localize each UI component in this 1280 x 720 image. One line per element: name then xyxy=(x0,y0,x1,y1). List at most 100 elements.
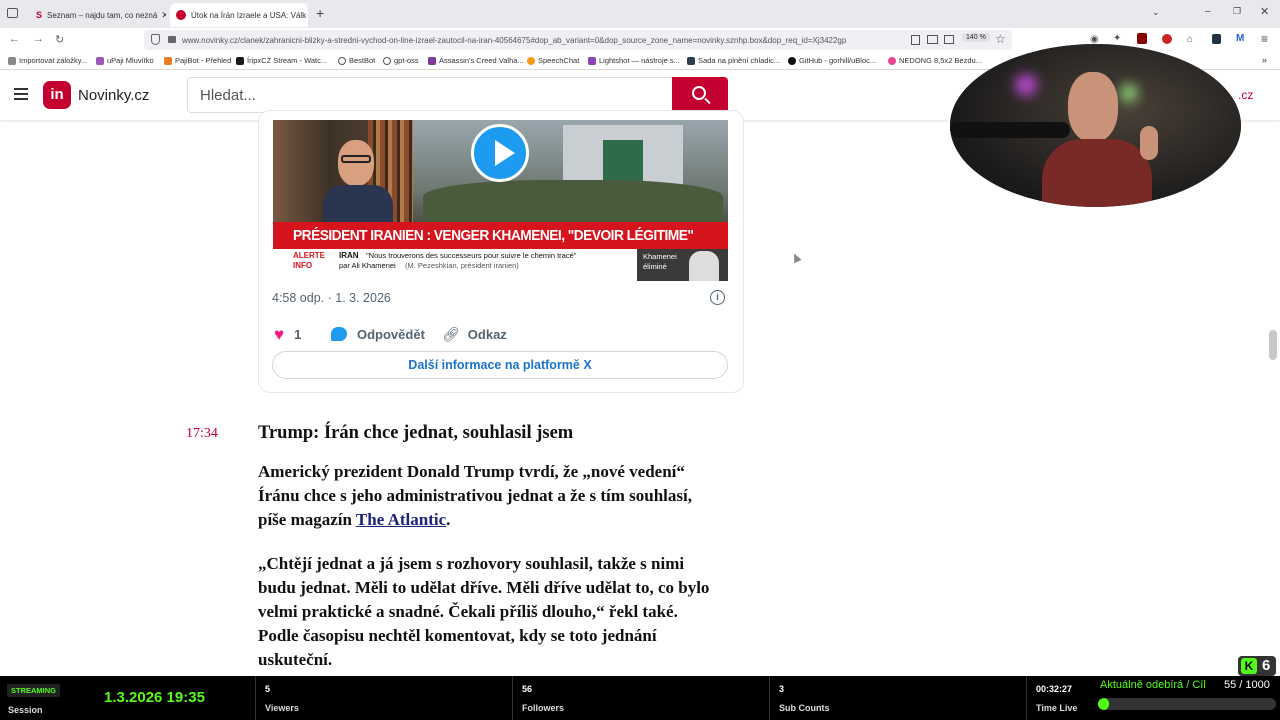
ticker-strip: ALERTE INFO IRAN "Nous trouverons des su… xyxy=(273,249,637,281)
back-button[interactable]: ← xyxy=(9,33,20,45)
globe-icon xyxy=(338,56,346,65)
play-button[interactable] xyxy=(471,124,529,182)
bookmark-item[interactable]: ÍripxCZ Stream - Watc... xyxy=(236,56,327,65)
streamer-hand xyxy=(1140,126,1158,160)
close-window-button[interactable]: ✕ xyxy=(1260,5,1269,18)
forward-button[interactable]: → xyxy=(33,33,44,45)
ticker-quote: "Nous trouverons des successeurs pour su… xyxy=(366,251,577,260)
tab-list-icon[interactable] xyxy=(7,8,18,18)
sub-goal-progress-track xyxy=(1098,698,1276,710)
kick-logo-icon: K xyxy=(1241,658,1257,674)
room-light xyxy=(1015,74,1037,96)
menu-icon[interactable]: ≡ xyxy=(1261,32,1268,46)
reply-label: Odpovědět xyxy=(357,326,425,342)
zoom-level[interactable]: 140 % xyxy=(962,33,990,42)
tab-novinky[interactable]: Útok na Írán Izraele a USA: Válk ✕ xyxy=(170,3,308,27)
sub-goal-value: 55 / 1000 xyxy=(1224,679,1270,691)
search-input[interactable] xyxy=(187,77,672,113)
seznam-favicon-icon: S xyxy=(36,10,43,20)
extension-blue-icon[interactable] xyxy=(1212,34,1221,44)
close-tab-icon[interactable]: ✕ xyxy=(157,10,166,21)
more-on-x-button[interactable]: Další informace na platformě X xyxy=(272,351,728,379)
reply-bubble-icon xyxy=(331,327,347,341)
bookmark-item[interactable]: gpt-oss xyxy=(383,56,419,65)
new-tab-button[interactable]: + xyxy=(316,5,324,21)
download-page-icon[interactable] xyxy=(944,35,954,44)
entry-time: 17:34 xyxy=(186,426,218,441)
bookmark-item[interactable]: GitHub - gorhill/uBloc... xyxy=(788,56,876,65)
bookmark-item[interactable]: Sada na plnění chladic... xyxy=(687,56,780,65)
close-tab-icon[interactable]: ✕ xyxy=(306,10,308,21)
entry-paragraph-1: Americký prezident Donald Trump tvrdí, ž… xyxy=(258,460,778,532)
minimize-button[interactable]: – xyxy=(1205,6,1211,17)
bookmark-item[interactable]: BestBot xyxy=(338,56,375,65)
guest-head xyxy=(338,140,374,186)
link-icon: 🔗︎ xyxy=(442,325,460,342)
bookmark-item[interactable]: PajiBot - Přehled xyxy=(164,56,231,65)
like-button[interactable]: ♥ 1 xyxy=(274,325,301,343)
bookmark-favicon-icon xyxy=(428,56,436,65)
streamer-body xyxy=(1042,139,1152,207)
paragraph-line: uskuteční. xyxy=(258,650,333,669)
inset-label-2: éliminé xyxy=(643,262,667,271)
copy-link-button[interactable]: 🔗︎ Odkaz xyxy=(442,325,507,343)
microphone xyxy=(950,122,1070,138)
guest-glasses xyxy=(341,155,371,163)
entry-headline: Trump: Írán chce jednat, souhlasil jsem xyxy=(258,423,574,443)
video-headline: PRÉSIDENT IRANIEN : VENGER KHAMENEI, "DE… xyxy=(293,227,694,244)
novinky-favicon-icon xyxy=(176,10,186,20)
followers-label: Followers xyxy=(522,703,565,713)
extensions-icon[interactable]: ✦ xyxy=(1113,33,1121,44)
streamer-head xyxy=(1068,72,1118,142)
inset-label-1: Khamenei xyxy=(643,252,677,261)
reader-view-icon[interactable] xyxy=(911,35,920,45)
globe-icon xyxy=(383,56,391,65)
bookmarks-overflow-icon[interactable]: » xyxy=(1262,55,1267,65)
tab-seznam[interactable]: S Seznam – najdu tam, co nezná ✕ xyxy=(30,3,166,27)
ublock-icon[interactable] xyxy=(1137,33,1147,44)
reload-button[interactable]: ↻ xyxy=(55,33,64,46)
tab-overflow-chevron-icon[interactable]: ⌄ xyxy=(1152,7,1160,18)
kick-badge: K 6 xyxy=(1238,656,1276,676)
logo-text[interactable]: Novinky.cz xyxy=(78,87,149,104)
logo-mark[interactable]: in xyxy=(43,81,71,109)
ticker-topic: IRAN xyxy=(339,251,359,260)
bookmark-item[interactable]: uPaji Mluvítko xyxy=(96,56,154,65)
tab-title: Seznam – najdu tam, co nezná xyxy=(47,10,158,20)
video-thumbnail[interactable]: PRÉSIDENT IRANIEN : VENGER KHAMENEI, "DE… xyxy=(273,120,728,281)
tweet-timestamp[interactable]: 4:58 odp. · 1. 3. 2026 xyxy=(272,291,391,305)
bookmark-item[interactable]: Lightshot — nástroje s... xyxy=(588,56,680,65)
guest-body xyxy=(323,185,393,225)
extension-m-icon[interactable]: M xyxy=(1236,33,1244,44)
info-icon[interactable]: i xyxy=(710,290,725,305)
time-live-label: Time Live xyxy=(1036,703,1078,713)
bookmark-item[interactable]: SpeechChat xyxy=(527,56,579,65)
kick-icon xyxy=(236,56,244,65)
studio-guest-panel xyxy=(273,120,413,225)
page-scrollbar-thumb[interactable] xyxy=(1269,330,1277,360)
paragraph-line: „Chtějí jednat a já jsem s rozhovory sou… xyxy=(258,554,685,573)
url-bar[interactable]: www.novinky.cz/clanek/zahranicni-blizky-… xyxy=(144,30,1012,50)
session-datetime: 1.3.2026 19:35 xyxy=(104,689,205,706)
paragraph-line: Íránu chce s jeho administrativou jednat… xyxy=(258,486,692,505)
play-icon xyxy=(495,140,515,166)
hamburger-menu-icon[interactable] xyxy=(14,88,28,100)
bookmark-item[interactable]: Assassin's Creed Valha... xyxy=(428,56,524,65)
bookmark-favicon-icon xyxy=(888,56,896,65)
stream-overlay-bar: STREAMING Session 1.3.2026 19:35 5 Viewe… xyxy=(0,676,1280,720)
like-count: 1 xyxy=(294,326,302,342)
reply-button[interactable]: Odpovědět xyxy=(331,325,425,343)
session-label: Session xyxy=(8,705,43,715)
tab-bar: S Seznam – najdu tam, co nezná ✕ Útok na… xyxy=(0,0,1280,28)
search-button[interactable] xyxy=(672,77,728,113)
the-atlantic-link[interactable]: The Atlantic xyxy=(356,510,446,529)
extension-red-icon[interactable] xyxy=(1162,34,1172,44)
mouse-cursor-icon xyxy=(790,251,802,264)
restore-button[interactable]: ❐ xyxy=(1233,6,1241,17)
screenshot-icon[interactable] xyxy=(927,35,938,44)
paragraph-line: budu jednat. Měli to udělat dříve. Měli … xyxy=(258,578,710,597)
github-icon xyxy=(788,56,796,65)
bookmark-item[interactable]: Importovat záložky... xyxy=(8,56,87,65)
ticker-quote-2: par Ali Khamenei xyxy=(339,261,396,270)
lock-icon xyxy=(168,36,176,43)
